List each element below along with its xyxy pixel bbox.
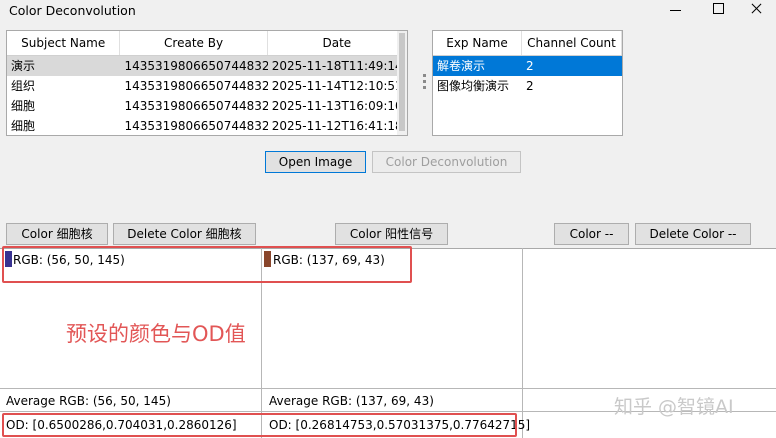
- column-header-exp-name[interactable]: Exp Name: [433, 31, 522, 55]
- grip-dot-icon: [423, 80, 426, 83]
- delete-color-empty-button[interactable]: Delete Color --: [635, 223, 751, 245]
- table-row[interactable]: 解卷演示 2: [433, 56, 622, 76]
- column-divider: [522, 248, 523, 438]
- cell-channel-count: 2: [522, 56, 622, 76]
- table-row[interactable]: 图像均衡演示 2: [433, 76, 622, 96]
- cell-create-by: 1435319806650744832: [124, 119, 268, 133]
- average-rgb-value: Average RGB: (137, 69, 43): [269, 394, 434, 408]
- delete-color-nucleus-button[interactable]: Delete Color 细胞核: [113, 223, 256, 245]
- cell-exp-name: 图像均衡演示: [437, 79, 510, 93]
- average-rgb-value: Average RGB: (56, 50, 145): [6, 394, 171, 408]
- color-positive-signal-button[interactable]: Color 阳性信号: [335, 223, 448, 245]
- column-header-subject-name[interactable]: Subject Name: [7, 31, 121, 55]
- cell-subject-name: 细胞: [11, 119, 36, 133]
- splitter-handle[interactable]: [423, 74, 427, 94]
- cell-create-by: 1435319806650744832: [124, 99, 268, 113]
- column-header-channel-count[interactable]: Channel Count: [522, 31, 622, 55]
- table-row[interactable]: 细胞 1435319806650744832 2025-11-13T16:09:…: [7, 96, 407, 116]
- cell-exp-name: 解卷演示: [433, 56, 522, 76]
- table-row[interactable]: 组织 1435319806650744832 2025-11-14T12:10:…: [7, 76, 407, 96]
- table-row[interactable]: 演示 1435319806650744832 2025-11-18T11:49:…: [7, 56, 407, 76]
- window-title: Color Deconvolution: [9, 3, 136, 18]
- cell-create-by: 1435319806650744832: [124, 59, 268, 73]
- experiments-table[interactable]: Exp Name Channel Count 解卷演示 2 图像均衡演示 2: [432, 30, 623, 136]
- column-header-create-by[interactable]: Create By: [120, 31, 268, 55]
- highlight-box-od: [2, 413, 517, 437]
- subjects-table-header: Subject Name Create By Date: [7, 31, 407, 56]
- color-deconvolution-button[interactable]: Color Deconvolution: [372, 151, 521, 173]
- cell-date: 2025-11-18T11:49:14: [271, 59, 403, 73]
- annotation-label: 预设的颜色与OD值: [66, 322, 246, 346]
- table-row[interactable]: 细胞 1435319806650744832 2025-11-12T16:41:…: [7, 116, 407, 135]
- watermark: 知乎 @智镜AI: [614, 396, 734, 418]
- color-nucleus-button[interactable]: Color 细胞核: [6, 223, 108, 245]
- close-icon[interactable]: [736, 0, 776, 22]
- cell-subject-name: 细胞: [11, 99, 36, 113]
- highlight-box-rgb: [2, 246, 412, 283]
- row-divider: [0, 388, 776, 389]
- color-empty-button[interactable]: Color --: [554, 223, 629, 245]
- experiments-table-header: Exp Name Channel Count: [433, 31, 622, 56]
- cell-date: 2025-11-12T16:41:18: [271, 119, 403, 133]
- cell-date: 2025-11-13T16:09:10: [271, 99, 403, 113]
- minimize-icon[interactable]: [656, 0, 696, 22]
- subjects-table[interactable]: Subject Name Create By Date 演示 143531980…: [6, 30, 408, 136]
- maximize-icon[interactable]: [698, 0, 738, 22]
- cell-date: 2025-11-14T12:10:51: [271, 79, 403, 93]
- column-header-date[interactable]: Date: [268, 31, 407, 55]
- cell-channel-count: 2: [526, 79, 534, 93]
- grip-dot-icon: [423, 74, 426, 77]
- open-image-button[interactable]: Open Image: [265, 151, 366, 173]
- cell-subject-name: 演示: [11, 59, 36, 73]
- title-bar: Color Deconvolution: [0, 0, 776, 22]
- grip-dot-icon: [423, 86, 426, 89]
- vertical-scrollbar[interactable]: [397, 31, 407, 135]
- cell-create-by: 1435319806650744832: [124, 79, 268, 93]
- cell-subject-name: 组织: [11, 79, 36, 93]
